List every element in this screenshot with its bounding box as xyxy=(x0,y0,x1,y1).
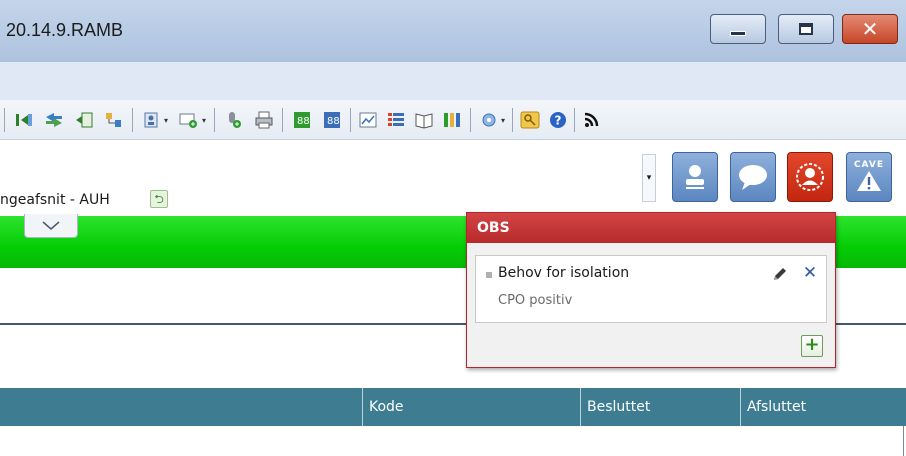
toolbar-separator xyxy=(512,108,513,132)
edit-button[interactable] xyxy=(770,264,790,284)
table-header: Kode Besluttet Afsluttet xyxy=(0,388,906,426)
delete-button[interactable]: ✕ xyxy=(800,263,820,283)
close-icon: ✕ xyxy=(861,17,879,41)
chevron-down-icon: ▾ xyxy=(500,115,505,125)
toolbar-dropdown[interactable]: ▾ xyxy=(476,109,508,131)
toolbar-button[interactable]: 88 xyxy=(290,109,314,131)
menu-strip xyxy=(0,62,906,100)
toolbar-button[interactable] xyxy=(440,109,464,131)
columns-icon xyxy=(444,113,460,127)
chevron-down-icon: ▾ xyxy=(201,115,206,125)
toolbar-button[interactable] xyxy=(518,109,542,131)
cave-button[interactable]: CAVE xyxy=(846,152,892,202)
toolbar-separator xyxy=(4,108,5,132)
bullet-icon xyxy=(486,272,492,278)
obs-person-icon xyxy=(796,163,824,191)
toolbar-button[interactable] xyxy=(384,109,408,131)
message-button[interactable] xyxy=(730,152,776,202)
collapse-toggle[interactable] xyxy=(24,214,78,238)
column-header-afsluttet[interactable]: Afsluttet xyxy=(740,388,906,426)
toolbar-dropdown[interactable]: ▾ xyxy=(176,109,208,131)
toolbar-separator xyxy=(282,108,283,132)
table-border xyxy=(903,426,904,456)
obs-popup: OBS Behov for isolation CPO positiv ✕ + xyxy=(466,212,836,368)
refresh-button[interactable]: ⮌ xyxy=(150,190,168,208)
nav-first-icon xyxy=(16,114,32,126)
excel-green-icon: 88 xyxy=(294,112,310,128)
person-icon xyxy=(686,165,704,189)
window-title: 20.14.9.RAMB xyxy=(6,20,124,40)
toolbar-separator xyxy=(350,108,351,132)
toolbar-button[interactable]: 88 xyxy=(320,109,344,131)
toolbar-button[interactable] xyxy=(412,109,436,131)
warning-icon xyxy=(857,171,881,191)
svg-text:?: ? xyxy=(555,114,562,128)
toolbar-separator xyxy=(132,108,133,132)
obs-item-title: Behov for isolation xyxy=(498,265,630,281)
toolbar-button[interactable] xyxy=(252,109,276,131)
pencil-icon xyxy=(774,268,786,280)
obs-button[interactable] xyxy=(787,152,833,202)
toolbar-button[interactable] xyxy=(580,109,604,131)
help-button[interactable]: ? xyxy=(546,109,570,131)
excel-blue-icon: 88 xyxy=(324,112,340,128)
plus-icon: + xyxy=(804,334,820,355)
minimize-button[interactable] xyxy=(710,14,766,44)
location-label: ngeafsnit - AUH xyxy=(0,192,110,208)
rss-icon xyxy=(584,112,599,127)
column-header-kode[interactable]: Kode xyxy=(362,388,580,426)
add-obs-button[interactable]: + xyxy=(801,335,823,357)
toolbar-dropdown[interactable]: ▾ xyxy=(140,109,170,131)
close-icon: ✕ xyxy=(802,263,818,283)
toolbar-button[interactable] xyxy=(356,109,380,131)
microphone-icon xyxy=(229,112,241,128)
transfer-icon xyxy=(46,113,62,127)
form-dropdown-icon xyxy=(179,113,197,128)
key-icon xyxy=(520,111,540,129)
help-icon: ? xyxy=(550,112,566,128)
context-dropdown-button[interactable]: ▾ xyxy=(642,154,656,202)
toolbar-separator xyxy=(214,108,215,132)
chevron-down-icon: ▾ xyxy=(646,173,652,183)
chat-icon xyxy=(739,165,767,190)
toolbar: ▾ ▾ 88 88 ▾ ? xyxy=(0,100,906,140)
toolbar-separator xyxy=(574,108,575,132)
toolbar-separator xyxy=(470,108,471,132)
toolbar-button[interactable] xyxy=(42,109,66,131)
obs-popup-title: OBS xyxy=(467,213,835,243)
book-icon xyxy=(415,113,433,129)
maximize-button[interactable] xyxy=(778,14,834,44)
export-icon xyxy=(76,112,93,128)
maximize-icon xyxy=(799,23,813,35)
chart-icon xyxy=(359,112,377,128)
minimize-icon xyxy=(730,23,746,36)
toolbar-button[interactable] xyxy=(222,109,246,131)
obs-item-detail: CPO positiv xyxy=(498,293,573,308)
settings-dropdown-icon xyxy=(482,113,496,127)
chevron-down-icon xyxy=(42,220,60,230)
close-button[interactable]: ✕ xyxy=(842,14,898,44)
patient-button[interactable] xyxy=(672,152,718,202)
window-title-bar[interactable]: 20.14.9.RAMB ✕ xyxy=(0,0,906,62)
chevron-down-icon: ▾ xyxy=(163,115,168,125)
contacts-dropdown-icon xyxy=(144,112,158,128)
obs-item[interactable]: Behov for isolation CPO positiv ✕ xyxy=(475,255,827,323)
toolbar-button[interactable] xyxy=(102,109,126,131)
toolbar-button[interactable] xyxy=(12,109,36,131)
toolbar-button[interactable] xyxy=(72,109,96,131)
cave-label: CAVE xyxy=(853,160,885,170)
column-header-besluttet[interactable]: Besluttet xyxy=(580,388,740,426)
tree-icon xyxy=(106,113,121,127)
svg-text:88: 88 xyxy=(297,116,310,127)
refresh-icon: ⮌ xyxy=(154,192,164,206)
svg-text:88: 88 xyxy=(327,116,340,127)
print-icon xyxy=(255,111,273,129)
list-icon xyxy=(388,113,404,126)
